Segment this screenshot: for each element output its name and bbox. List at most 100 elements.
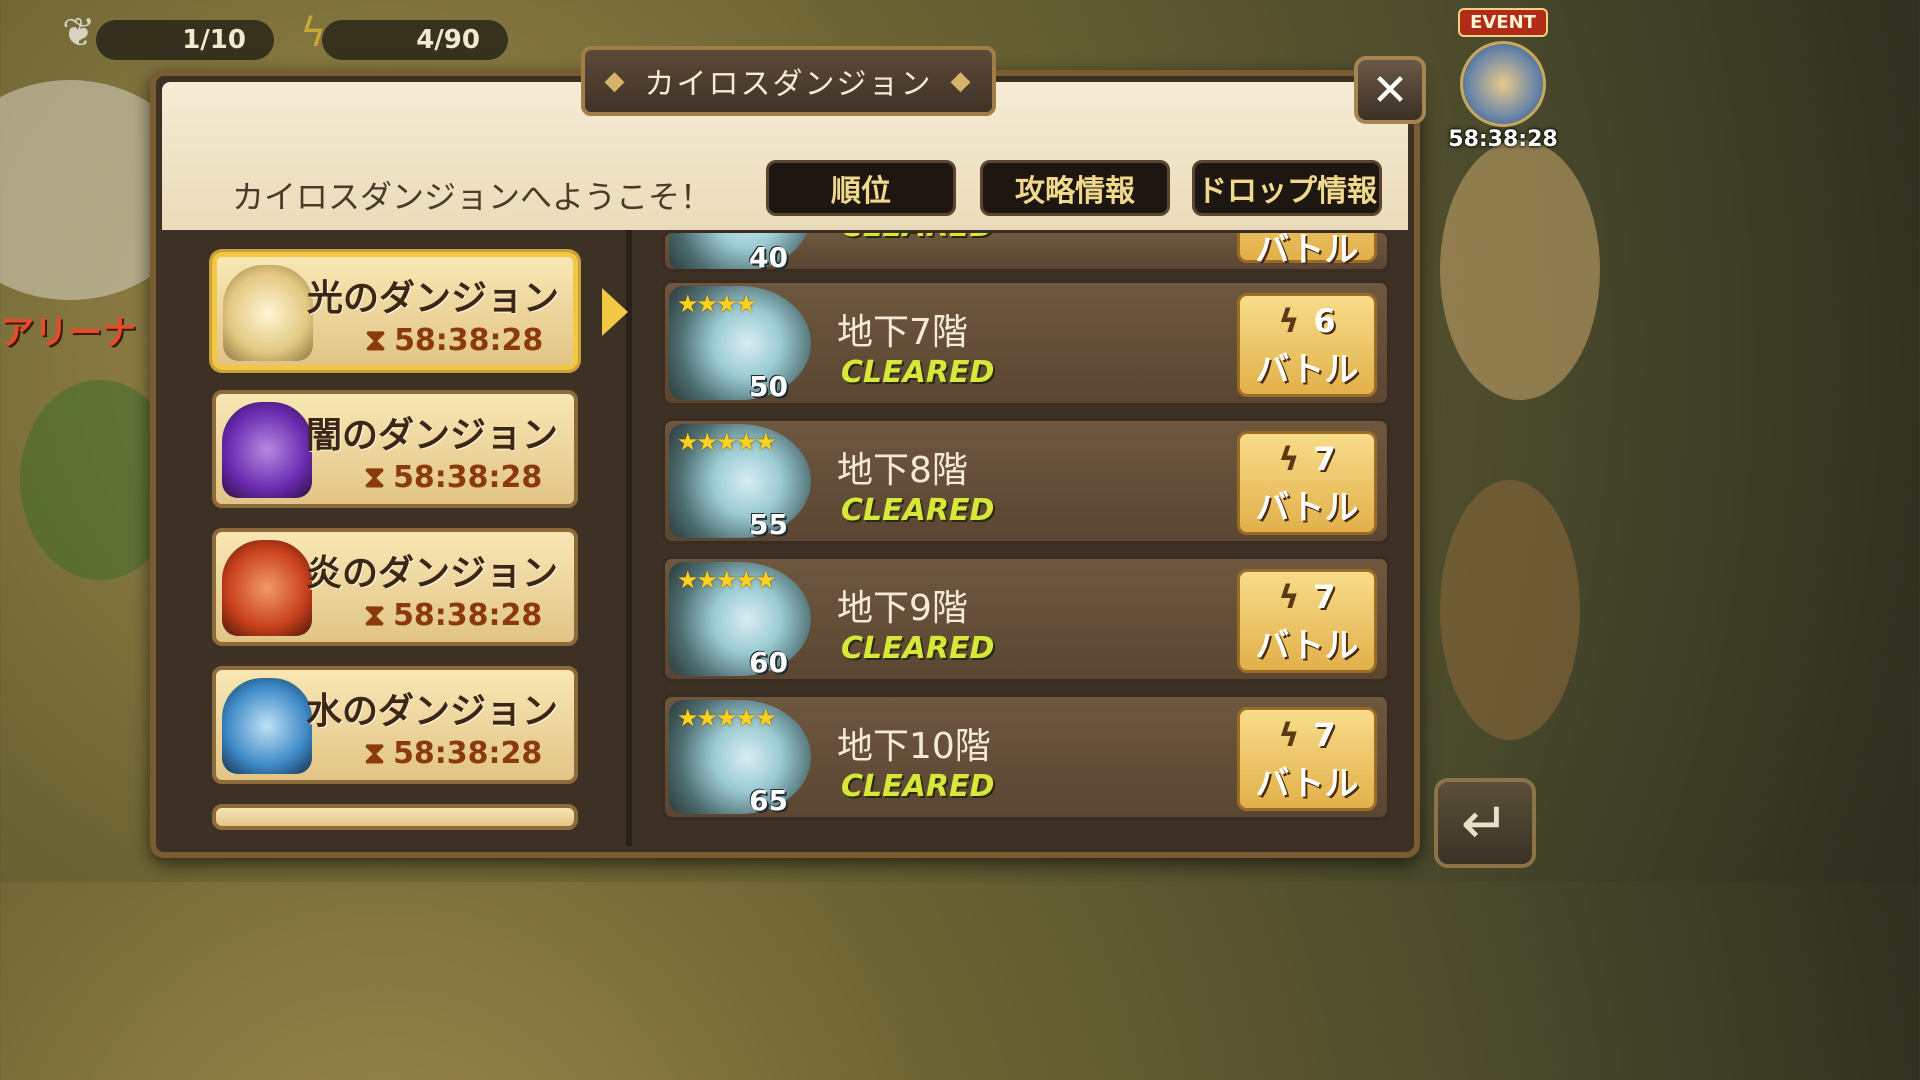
- wing-icon: ❦: [62, 10, 96, 56]
- floor-level: 55: [749, 508, 788, 541]
- dialog-title-plate: ◆ カイロスダンジョン ◆: [581, 46, 996, 116]
- battle-button[interactable]: ϟ6 バトル: [1237, 293, 1377, 397]
- battle-button[interactable]: バトル: [1237, 233, 1377, 269]
- back-button[interactable]: ↵: [1434, 778, 1536, 868]
- kairos-dungeon-dialog: カイロスダンジョンへようこそ！ 順位 攻略情報 ドロップ情報 ◆ カイロスダンジ…: [150, 46, 1426, 858]
- lightning-icon: ϟ: [1278, 302, 1300, 340]
- dungeon-timer: ⧗ 58:38:28: [364, 736, 542, 771]
- floor-name: 地下7階: [837, 312, 968, 353]
- floor-status: CLEARED: [841, 769, 995, 804]
- energy-count-label: 4/90: [416, 25, 480, 55]
- fire-emblem-icon: [222, 540, 312, 636]
- floor-row-partial: 40 CLEARED バトル: [662, 230, 1390, 272]
- dungeon-timer: ⧗ 58:38:28: [364, 598, 542, 633]
- energy-cost-value: 6: [1313, 302, 1336, 340]
- hourglass-icon: ⧗: [364, 598, 386, 633]
- dungeon-card-partial[interactable]: [212, 804, 578, 830]
- drop-info-button[interactable]: ドロップ情報: [1192, 160, 1382, 216]
- dungeon-name: 光のダンジョン: [307, 278, 560, 319]
- lightning-icon: ϟ: [1278, 578, 1300, 616]
- dungeon-name: 水のダンジョン: [306, 691, 559, 732]
- floor-level: 65: [749, 784, 788, 817]
- energy-cost: ϟ7: [1240, 440, 1374, 478]
- star-rating-icon: ★★★★★: [677, 428, 777, 456]
- selection-arrow-icon: [602, 288, 628, 336]
- strategy-info-button[interactable]: 攻略情報: [980, 160, 1170, 216]
- dungeon-timer-value: 58:38:28: [393, 736, 543, 771]
- hourglass-icon: ⧗: [364, 460, 386, 495]
- battle-label: バトル: [1255, 626, 1359, 666]
- lightning-icon: ϟ: [300, 10, 327, 56]
- diamond-ornament-icon: ◆: [604, 66, 627, 96]
- battle-label: バトル: [1255, 488, 1359, 528]
- battle-label: バトル: [1255, 230, 1359, 270]
- event-widget[interactable]: EVENT 58:38:28: [1448, 8, 1558, 152]
- floor-name: 地下10階: [837, 726, 991, 767]
- hourglass-icon: ⧗: [365, 323, 387, 358]
- event-label: EVENT: [1458, 8, 1548, 37]
- floor-level: 50: [749, 370, 788, 403]
- energy-cost: ϟ7: [1240, 716, 1374, 754]
- floor-shield-icon: ★★★★★ 65: [669, 700, 811, 817]
- dungeon-timer-value: 58:38:28: [394, 323, 544, 358]
- floor-row-7: ★★★★ 50 地下7階 CLEARED ϟ6 バトル: [662, 280, 1390, 406]
- floor-status: CLEARED: [841, 493, 995, 528]
- welcome-text: カイロスダンジョンへようこそ！: [232, 178, 713, 216]
- wings-count-label: 1/10: [182, 25, 246, 55]
- energy-cost-value: 7: [1313, 716, 1336, 754]
- star-rating-icon: ★★★★: [677, 290, 757, 318]
- dungeon-timer-value: 58:38:28: [393, 460, 543, 495]
- floor-status: CLEARED: [841, 631, 995, 666]
- floor-row-10: ★★★★★ 65 地下10階 CLEARED ϟ7 バトル: [662, 694, 1390, 820]
- floor-name: 地下9階: [837, 588, 968, 629]
- floor-row-8: ★★★★★ 55 地下8階 CLEARED ϟ7 バトル: [662, 418, 1390, 544]
- battle-button[interactable]: ϟ7 バトル: [1237, 569, 1377, 673]
- dungeon-name: 闇のダンジョン: [306, 415, 559, 456]
- battle-button[interactable]: ϟ7 バトル: [1237, 707, 1377, 811]
- energy-cost: ϟ7: [1240, 578, 1374, 616]
- back-arrow-icon: ↵: [1460, 789, 1510, 857]
- floor-level: 60: [749, 646, 788, 679]
- event-timer: 58:38:28: [1448, 127, 1558, 152]
- floor-shield-icon: ★★★★★ 60: [669, 562, 811, 679]
- floor-status: CLEARED: [841, 233, 994, 244]
- lightning-icon: ϟ: [1278, 716, 1300, 754]
- dungeon-timer: ⧗ 58:38:28: [364, 460, 542, 495]
- battle-label: バトル: [1255, 764, 1359, 804]
- dark-emblem-icon: [222, 402, 312, 498]
- map-terrain: [1440, 140, 1600, 400]
- light-emblem-icon: [223, 265, 313, 361]
- floor-row-9: ★★★★★ 60 地下9階 CLEARED ϟ7 バトル: [662, 556, 1390, 682]
- close-button[interactable]: ✕: [1354, 56, 1426, 124]
- lightning-icon: ϟ: [1278, 440, 1300, 478]
- wings-counter: 1/10: [96, 20, 274, 60]
- arena-map-label[interactable]: アリーナ: [0, 305, 136, 354]
- floor-shield-icon: 40: [669, 233, 811, 272]
- close-icon: ✕: [1371, 64, 1409, 116]
- star-rating-icon: ★★★★★: [677, 566, 777, 594]
- dungeon-name: 炎のダンジョン: [306, 553, 559, 594]
- energy-counter: 4/90: [322, 20, 508, 60]
- dungeon-timer-value: 58:38:28: [393, 598, 543, 633]
- floor-shield-icon: ★★★★★ 55: [669, 424, 811, 541]
- floor-name: 地下8階: [837, 450, 968, 491]
- battle-button[interactable]: ϟ7 バトル: [1237, 431, 1377, 535]
- hourglass-icon: ⧗: [364, 736, 386, 771]
- dungeon-card-fire[interactable]: 炎のダンジョン ⧗ 58:38:28: [212, 528, 578, 646]
- dialog-title: カイロスダンジョン: [644, 67, 933, 102]
- dungeon-card-dark[interactable]: 闇のダンジョン ⧗ 58:38:28: [212, 390, 578, 508]
- energy-cost: ϟ6: [1240, 302, 1374, 340]
- floor-status: CLEARED: [841, 355, 995, 390]
- star-rating-icon: ★★★★★: [677, 704, 777, 732]
- water-emblem-icon: [222, 678, 312, 774]
- battle-label: バトル: [1255, 350, 1359, 390]
- ranking-button[interactable]: 順位: [766, 160, 956, 216]
- map-terrain-2: [1440, 480, 1580, 740]
- event-icon: [1460, 41, 1546, 127]
- dungeon-card-water[interactable]: 水のダンジョン ⧗ 58:38:28: [212, 666, 578, 784]
- energy-cost-value: 7: [1313, 440, 1336, 478]
- floor-level: 40: [749, 241, 788, 272]
- energy-cost-value: 7: [1313, 578, 1336, 616]
- dungeon-timer: ⧗ 58:38:28: [365, 323, 543, 358]
- dungeon-card-light[interactable]: 光のダンジョン ⧗ 58:38:28: [212, 252, 578, 370]
